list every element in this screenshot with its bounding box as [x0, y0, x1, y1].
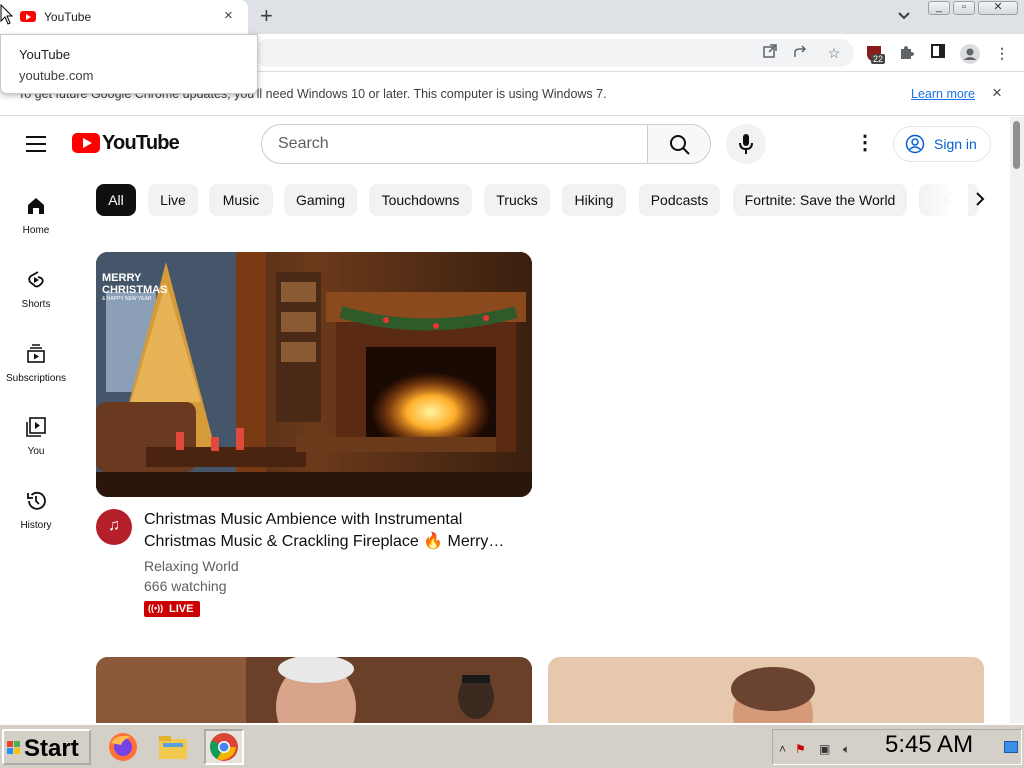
action-center-flag-icon[interactable]: ⚑ [795, 742, 806, 756]
you-icon [26, 417, 46, 437]
nav-you-label: You [27, 446, 45, 457]
live-broadcast-icon: ((•)) [148, 603, 164, 613]
courtroom-man-image [96, 657, 532, 727]
history-icon [27, 491, 46, 510]
share-icon[interactable] [793, 44, 811, 62]
taskbar-clock[interactable]: 5:45 AM [885, 731, 973, 759]
chip-podcasts[interactable]: Podcasts [639, 184, 720, 216]
tab-title: YouTube [44, 10, 92, 24]
tab-hover-card: YouTube youtube.com [0, 34, 258, 94]
search-icon [670, 135, 690, 155]
nav-home[interactable]: Home [0, 195, 72, 269]
bookmark-star-icon[interactable]: ☆ [825, 44, 843, 62]
new-tab-button[interactable]: + [260, 5, 273, 27]
profile-avatar-icon[interactable] [960, 44, 980, 64]
chip-touchdowns[interactable]: Touchdowns [369, 184, 472, 216]
thumbnail-caption-main: MERRY CHRISTMAS [102, 272, 168, 296]
chip-hiking[interactable]: Hiking [562, 184, 626, 216]
youtube-logo-text[interactable]: YouTube [102, 132, 180, 155]
subscriptions-icon [27, 344, 45, 363]
account-circle-icon [905, 134, 925, 154]
voice-search-button[interactable] [726, 124, 766, 164]
home-icon [28, 198, 44, 214]
youtube-logo-icon[interactable] [72, 133, 100, 153]
music-note-icon: ♫ [108, 517, 120, 534]
hover-card-title: YouTube [19, 47, 71, 62]
nav-subscriptions[interactable]: Subscriptions [0, 343, 72, 417]
tray-expand-icon[interactable]: ˄ [779, 742, 786, 756]
nav-subscriptions-label: Subscriptions [5, 373, 67, 384]
browser-tabstrip: YouTube × + _ ▫ ✕ [0, 0, 1024, 34]
chips-next-chevron-icon[interactable] [968, 184, 992, 216]
live-badge: ((•)) LIVE [144, 601, 200, 617]
network-icon[interactable]: ▣ [819, 742, 830, 756]
video-watching-count: 666 watching [144, 578, 227, 594]
open-in-new-icon[interactable] [761, 44, 779, 62]
nav-shorts[interactable]: Shorts [0, 269, 72, 343]
search-input[interactable]: Search [261, 124, 648, 164]
youtube-favicon-icon [20, 11, 36, 22]
scrollbar-thumb[interactable] [1013, 121, 1020, 169]
tab-close-button[interactable]: × [224, 8, 233, 24]
learn-more-link[interactable]: Learn more [911, 87, 975, 101]
start-label: Start [24, 735, 79, 762]
chip-trucks[interactable]: Trucks [484, 184, 550, 216]
chip-live[interactable]: Live [148, 184, 198, 216]
window-close-button[interactable]: ✕ [978, 1, 1018, 15]
maximize-button[interactable]: ▫ [953, 1, 975, 15]
nav-home-label: Home [22, 225, 50, 236]
minimize-button[interactable]: _ [928, 1, 950, 15]
mouse-cursor-icon [0, 4, 14, 25]
shorts-icon [28, 271, 44, 288]
chips-fade [918, 184, 968, 216]
nav-history[interactable]: History [0, 490, 72, 564]
hamburger-menu-icon[interactable] [26, 136, 46, 152]
extensions-puzzle-icon[interactable] [897, 44, 915, 62]
sign-in-button[interactable]: Sign in [893, 126, 991, 162]
man-portrait-image [548, 657, 984, 727]
windows-flag-icon [7, 741, 20, 754]
chip-gaming[interactable]: Gaming [284, 184, 357, 216]
side-panel-icon[interactable] [929, 44, 947, 62]
video-title[interactable]: Christmas Music Ambience with Instrument… [144, 509, 514, 553]
sign-in-label: Sign in [934, 136, 977, 152]
nav-you[interactable]: You [0, 416, 72, 490]
chrome-taskbar-button[interactable] [204, 729, 244, 765]
youtube-header: YouTube Search ⋮ Sign in [0, 117, 1010, 173]
nav-history-label: History [20, 520, 52, 531]
search-button[interactable] [647, 124, 711, 164]
filter-chips-bar: All Live Music Gaming Touchdowns Trucks … [96, 184, 996, 216]
nav-shorts-label: Shorts [21, 299, 51, 310]
chrome-menu-icon[interactable]: ⋮ [993, 44, 1011, 62]
explorer-taskbar-button[interactable] [155, 729, 195, 765]
windows-taskbar: Start ˄ ⚑ ▣ 🔈︎ 5:45 AM [0, 723, 1024, 768]
start-button[interactable]: Start [2, 729, 91, 765]
chrome-icon [210, 733, 238, 761]
thumbnail-caption-sub: & HAPPY NEW YEAR [102, 296, 152, 302]
firefox-taskbar-button[interactable] [105, 729, 145, 765]
video-thumbnail[interactable]: MERRY CHRISTMAS & HAPPY NEW YEAR [96, 252, 532, 497]
show-desktop-icon[interactable] [1004, 741, 1018, 753]
page-scrollbar[interactable] [1010, 117, 1024, 723]
video-thumbnail-3[interactable] [548, 657, 984, 727]
channel-avatar[interactable]: ♫ [96, 509, 132, 545]
browser-tab-youtube[interactable]: YouTube × [0, 0, 248, 34]
extension-badge: 22 [871, 54, 886, 64]
thumbnail-caption: MERRY CHRISTMAS & HAPPY NEW YEAR [102, 272, 168, 303]
infobar-close-button[interactable]: × [992, 83, 1002, 103]
video-thumbnail-2[interactable] [96, 657, 532, 727]
chip-music[interactable]: Music [209, 184, 273, 216]
tab-search-chevron-icon[interactable] [897, 8, 911, 24]
chip-all[interactable]: All [96, 184, 136, 216]
settings-more-icon[interactable]: ⋮ [855, 131, 875, 155]
channel-name[interactable]: Relaxing World [144, 558, 239, 574]
firefox-icon [109, 733, 137, 761]
chip-fortnite[interactable]: Fortnite: Save the World [733, 184, 907, 216]
microphone-icon [739, 134, 753, 154]
file-explorer-icon [159, 736, 187, 759]
hover-card-url: youtube.com [19, 68, 94, 83]
volume-icon[interactable]: 🔈︎ [843, 742, 850, 757]
live-badge-label: LIVE [169, 603, 194, 615]
